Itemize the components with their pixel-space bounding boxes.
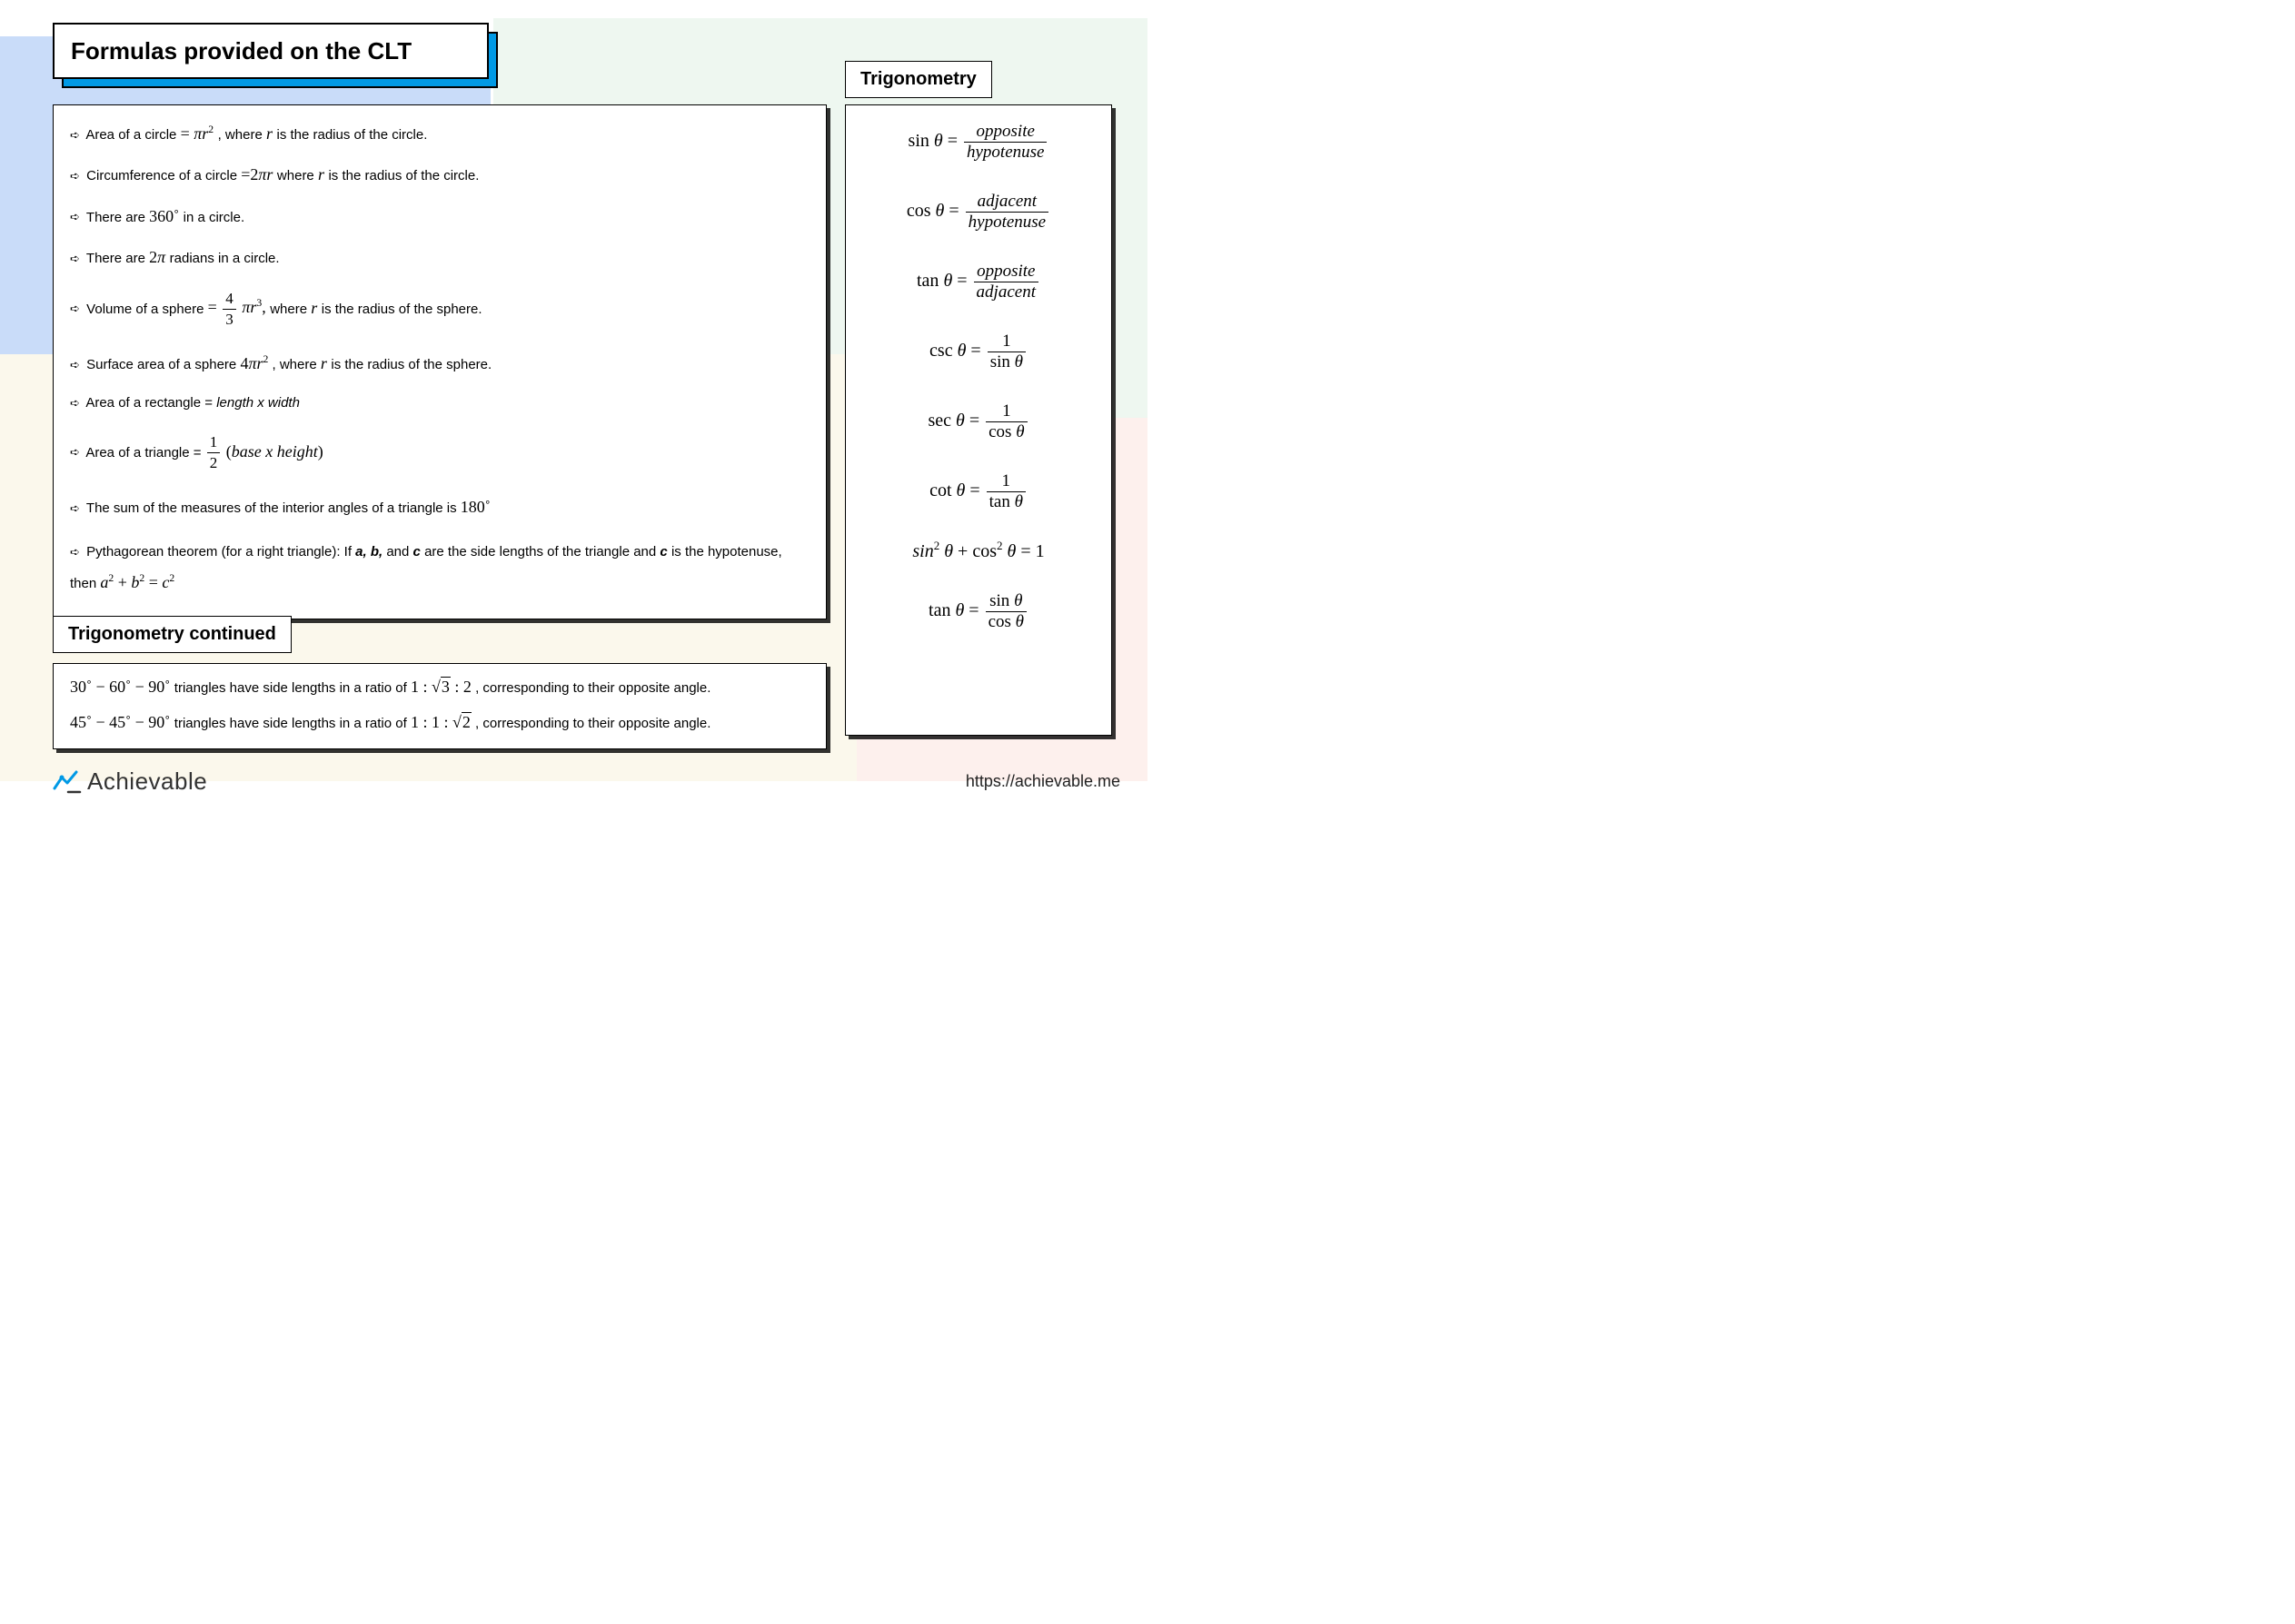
trig-cot: cot θ = 1tan θ <box>855 471 1102 512</box>
formula-area-triangle: ➪ Area of a triangle = 12 (base x height… <box>70 432 811 473</box>
bullet-icon: ➪ <box>70 501 83 517</box>
bullet-icon: ➪ <box>70 128 83 144</box>
trig-csc: csc θ = 1sin θ <box>855 332 1102 372</box>
bullet-icon: ➪ <box>70 396 83 411</box>
formula-surface-area-sphere: ➪ Surface area of a sphere 4πr2 , where … <box>70 353 811 374</box>
formula-circumference: ➪ Circumference of a circle =2πr where r… <box>70 164 811 185</box>
brand-logo: Achievable <box>53 767 207 796</box>
title-container: Formulas provided on the CLT <box>53 23 489 79</box>
brand-icon <box>53 770 82 794</box>
formula-2pi-radians: ➪ There are 2π radians in a circle. <box>70 247 811 268</box>
bullet-icon: ➪ <box>70 210 83 225</box>
page-title: Formulas provided on the CLT <box>53 23 489 79</box>
trig-sec: sec θ = 1cos θ <box>855 401 1102 442</box>
trig-sin: sin θ = oppositehypotenuse <box>855 122 1102 163</box>
bullet-icon: ➪ <box>70 252 83 267</box>
trig-tan: tan θ = oppositeadjacent <box>855 262 1102 302</box>
bullet-icon: ➪ <box>70 445 83 460</box>
trigonometry-panel: sin θ = oppositehypotenuse cos θ = adjac… <box>845 104 1112 736</box>
trigonometry-label: Trigonometry <box>845 61 992 98</box>
bullet-icon: ➪ <box>70 169 83 184</box>
trig-cos: cos θ = adjacenthypotenuse <box>855 192 1102 233</box>
brand-url: https://achievable.me <box>966 772 1120 791</box>
special-triangle-30-60-90: 30˚ − 60˚ − 90˚ triangles have side leng… <box>70 677 811 698</box>
trig-tan-ratio: tan θ = sin θcos θ <box>855 591 1102 632</box>
brand-text: Achievable <box>87 767 207 796</box>
formula-triangle-angles: ➪ The sum of the measures of the interio… <box>70 497 811 518</box>
special-triangle-45-45-90: 45˚ − 45˚ − 90˚ triangles have side leng… <box>70 712 811 733</box>
formulas-panel: ➪ Area of a circle = πr2 , where r is th… <box>53 104 827 619</box>
trig-identity: sin2 θ + cos2 θ = 1 <box>855 541 1102 562</box>
formula-pythagorean: ➪ Pythagorean theorem (for a right trian… <box>70 539 811 599</box>
bullet-icon: ➪ <box>70 302 83 317</box>
formula-volume-sphere: ➪ Volume of a sphere = 43 πr3, where r i… <box>70 289 811 330</box>
bullet-icon: ➪ <box>70 540 83 564</box>
trigonometry-continued-label: Trigonometry continued <box>53 616 292 653</box>
trigonometry-continued-panel: 30˚ − 60˚ − 90˚ triangles have side leng… <box>53 663 827 749</box>
footer: Achievable https://achievable.me <box>53 767 1120 796</box>
formula-area-circle: ➪ Area of a circle = πr2 , where r is th… <box>70 124 811 144</box>
formula-area-rectangle: ➪ Area of a rectangle = length x width <box>70 394 811 412</box>
bullet-icon: ➪ <box>70 358 83 373</box>
formula-360: ➪ There are 360˚ in a circle. <box>70 206 811 227</box>
